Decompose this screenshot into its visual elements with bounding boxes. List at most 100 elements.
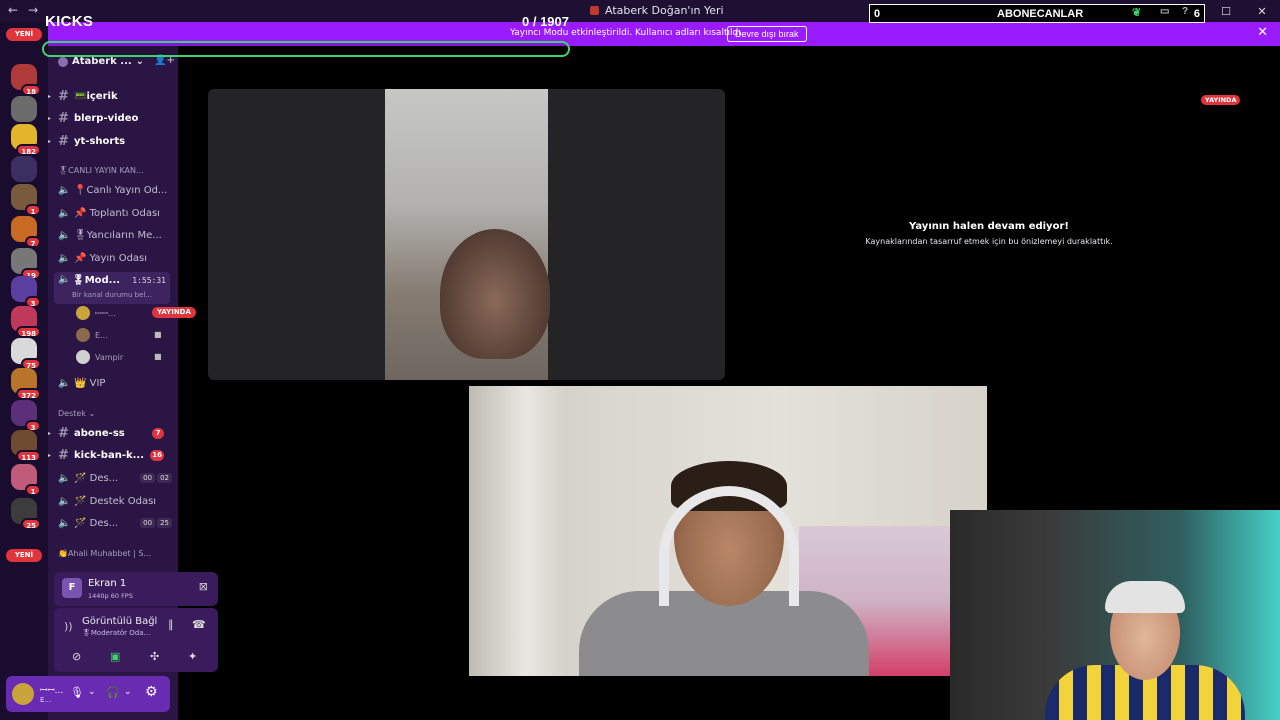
speaker-icon: 🔈 [58,495,71,507]
category-ahali[interactable]: 👏Ahali Muhabbet | S... [58,549,151,558]
user-status: E... [40,696,52,704]
voice-member[interactable]: Vampir [76,348,123,366]
channel-label: 📍Canlı Yayın Od... [74,184,168,196]
streamer-webcam-overlay [950,510,1280,720]
call-timer: 1:55:31 [132,276,166,285]
chevron-down-icon[interactable]: ⌄ [136,56,144,67]
goal-right-value: 6 [1193,8,1200,20]
server-icon[interactable]: 75 [11,338,41,370]
participant-face [440,229,550,359]
video-tile-laughing[interactable] [469,386,987,676]
effects-icon[interactable]: ✦ [188,650,197,663]
server-icon[interactable] [11,96,37,122]
avatar [76,328,90,342]
screen-icon: ▭ [1160,6,1170,17]
avatar [76,350,90,364]
chevron-down-icon[interactable]: ⌄ [88,687,96,697]
paused-stream-title: Yayının halen devam ediyor! [909,221,1069,232]
speaker-icon: 🔈 [58,472,71,484]
server-icon[interactable]: 372 [11,368,41,400]
screen-share-toggle-icon[interactable]: ▣ [110,650,120,663]
camera-icon: ■ [154,330,162,339]
voice-channel-vip[interactable]: 🔈 👑 VIP [48,373,178,393]
voice-channel-destek-odasi[interactable]: 🔈 🪄 Destek Odası [48,491,178,511]
stop-share-icon[interactable]: ⊠ [199,580,208,593]
channel-label: kick-ban-k... [74,449,145,461]
server-icon[interactable]: 182 [11,124,41,156]
server-icon[interactable]: 198 [11,306,41,338]
banner-close-icon[interactable]: ✕ [1257,25,1268,40]
member-name: ꟷꟷ... [95,308,116,318]
microphone-icon[interactable]: 🎙 [70,686,84,699]
headphones-icon[interactable]: 🎧 [106,686,120,699]
user-limit: 00 02 [140,473,172,483]
soundboard-icon[interactable]: ∥ [168,618,174,631]
server-icon[interactable]: 3 [11,400,41,432]
server-icon[interactable]: 1 [11,464,41,496]
channel-kick-ban[interactable]: ▸ # kick-ban-k... 16 [48,445,178,465]
video-tile-participant[interactable] [208,89,725,380]
channel-icerik[interactable]: ▸ # 📟içerik [48,86,178,106]
disconnect-icon[interactable]: ☎ [192,618,206,631]
voice-member[interactable]: ꟷꟷ... YAYINDA [76,304,196,322]
server-icon[interactable]: 18 [11,64,41,96]
forward-button[interactable]: → [28,3,38,17]
voice-channel-toplanti[interactable]: 🔈 📌 Toplantı Odası [48,203,178,223]
server-header[interactable]: Ataberk ... ⌄ [58,56,144,67]
unread-count-badge: 198 [16,326,41,338]
maximize-button[interactable]: ☐ [1208,0,1244,22]
user-count: 00 [140,518,156,528]
new-badge-bottom: YENİ [6,549,42,562]
channel-label: 📌 Yayın Odası [74,252,148,264]
gear-icon[interactable]: ⚙ [145,684,158,700]
voice-channel-yayin[interactable]: 🔈 📌 Yayın Odası [48,248,178,268]
channel-sidebar: Ataberk ... ⌄ 👤+ ▸ # 📟içerik ▸ # blerp-v… [48,46,218,720]
voice-channel-canli-yayin[interactable]: 🔈 📍Canlı Yayın Od... [48,180,178,200]
channel-label: 📌 Toplantı Odası [74,207,160,219]
category-canli-yayin[interactable]: 🎖CANLI YAYIN KAN... [58,166,144,175]
channel-blerp-video[interactable]: ▸ # blerp-video [48,108,178,128]
server-icon[interactable] [11,156,37,182]
server-icon[interactable]: 113 [11,430,41,462]
active-voice-channel[interactable]: 🔈 🎖Mod... 1:55:31 Bir kanal durumu bel..… [54,272,170,304]
disable-streamer-mode-button[interactable]: Devre dışı bırak [727,26,807,42]
voice-channel-yancilar[interactable]: 🔈 🎖Yancıların Me... [48,225,178,245]
screen-share-title: Ekran 1 [88,578,127,589]
server-icon[interactable]: 19 [11,248,41,280]
chevron-down-icon[interactable]: ⌄ [124,687,132,697]
unread-count-badge: 113 [16,450,41,462]
voice-member[interactable]: E... [76,326,108,344]
background-door [469,386,564,676]
caret-icon: ▸ [48,429,52,437]
avatar[interactable] [12,683,34,705]
leaf-icon: ❦ [1132,7,1142,19]
user-count: 00 [140,473,156,483]
back-button[interactable]: ← [8,3,18,17]
user-limit: 00 25 [140,518,172,528]
voice-status-channel[interactable]: 🎖Moderatör Oda... [82,629,150,637]
channel-label: yt-shorts [74,135,126,147]
voice-channel-destek-1[interactable]: 🔈 🪄 Des... 00 02 [48,468,178,488]
server-icon[interactable]: 7 [11,216,41,248]
server-icon[interactable]: 25 [11,498,41,530]
unread-count-badge: 372 [16,388,41,400]
banner-text: Yayıncı Modu etkinleştirildi. Kullanıcı … [510,28,744,38]
channel-yt-shorts[interactable]: ▸ # yt-shorts [48,131,178,151]
activities-icon[interactable]: ✣ [150,650,159,663]
hash-icon: # [58,447,69,463]
member-name: E... [95,330,108,340]
category-destek[interactable]: Destek ⌄ [58,409,95,418]
close-window-button[interactable]: ✕ [1244,0,1280,22]
channel-abone-ss[interactable]: ▸ # abone-ss 7 [48,423,178,443]
speaker-icon: 🔈 [58,229,71,241]
kicks-progress-bar [42,41,570,57]
server-icon[interactable]: 3 [11,276,41,308]
caret-icon: ▸ [48,114,52,122]
voice-channel-destek-2[interactable]: 🔈 🪄 Des... 00 25 [48,513,178,533]
server-icon[interactable]: 1 [11,184,41,216]
camera-off-icon[interactable]: ⊘ [72,650,81,663]
channel-label: 👑 VIP [74,377,106,389]
speaker-icon: 🔈 [58,252,71,264]
speaker-icon: 🔈 [58,184,71,196]
user-limit-count: 25 [157,518,172,528]
